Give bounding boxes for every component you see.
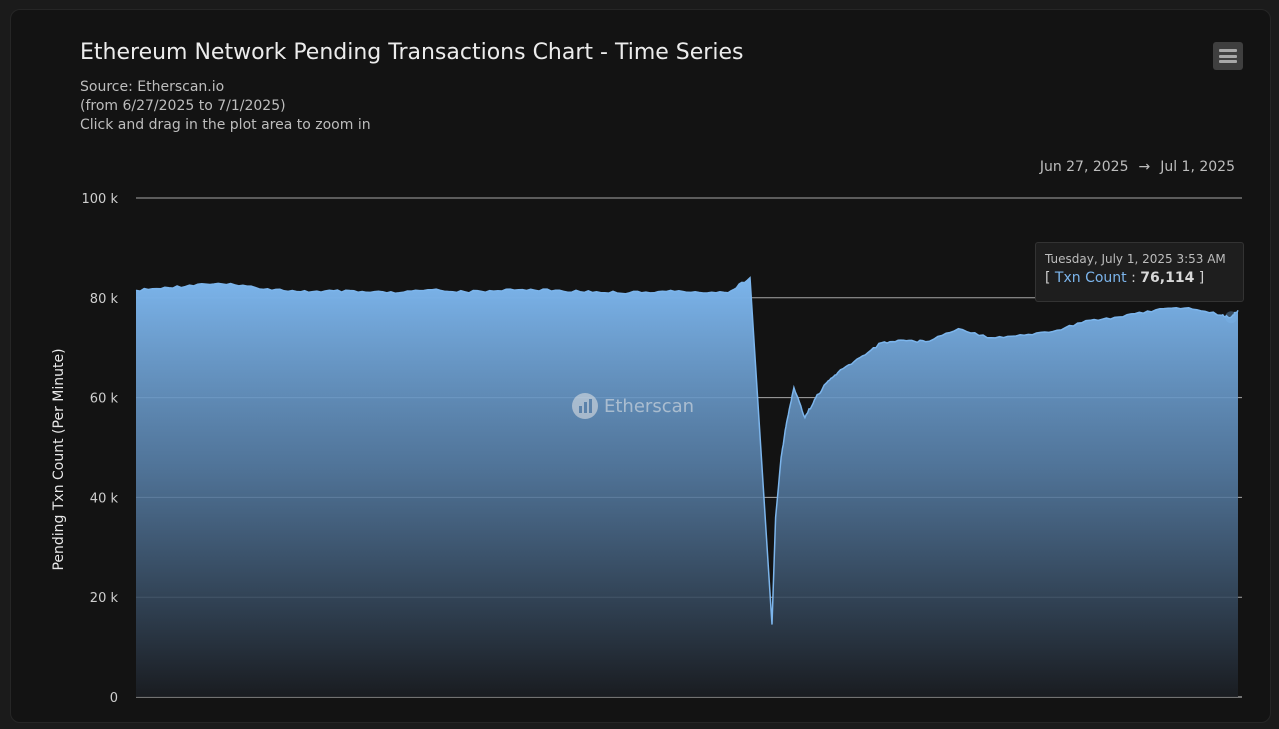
data-point[interactable] — [234, 284, 236, 286]
data-point[interactable] — [957, 328, 959, 330]
data-point[interactable] — [859, 357, 861, 359]
data-point[interactable] — [135, 289, 137, 291]
data-point[interactable] — [727, 292, 729, 294]
data-point[interactable] — [793, 387, 795, 389]
data-point[interactable] — [365, 291, 367, 293]
chart-svg[interactable]: 0 20 k 40 k 60 k 80 k 100 k Pending Txn Count… — [11, 10, 1270, 722]
data-point[interactable] — [267, 288, 269, 290]
data-point[interactable] — [1237, 309, 1239, 311]
data-point[interactable] — [1122, 316, 1124, 318]
y-tick-label: 100 k — [82, 192, 119, 207]
data-point[interactable] — [925, 341, 927, 343]
y-tick-label: 0 — [110, 691, 118, 706]
data-point[interactable] — [563, 290, 565, 292]
data-point[interactable] — [837, 372, 839, 374]
y-tick-label: 80 k — [90, 292, 119, 307]
tooltip-value-row: [ Txn Count : 76,114 ] — [1045, 270, 1234, 286]
data-point[interactable] — [398, 292, 400, 294]
tooltip-value: 76,114 — [1140, 270, 1195, 286]
data-point[interactable] — [786, 422, 788, 424]
data-point[interactable] — [1155, 309, 1157, 311]
data-point[interactable] — [804, 417, 806, 419]
data-point[interactable] — [661, 290, 663, 292]
data-point[interactable] — [530, 288, 532, 290]
y-axis-label: Pending Txn Count (Per Minute) — [51, 348, 67, 570]
data-point[interactable] — [694, 291, 696, 293]
data-point[interactable] — [749, 277, 751, 279]
data-point[interactable] — [1056, 329, 1058, 331]
chart-card: Ethereum Network Pending Transactions Ch… — [10, 9, 1271, 723]
watermark-text: Etherscan — [604, 395, 695, 417]
data-point[interactable] — [1221, 314, 1223, 316]
tooltip-bracket-open: [ — [1045, 270, 1051, 286]
data-point[interactable] — [201, 283, 203, 285]
hover-point-marker — [1225, 311, 1238, 324]
data-point[interactable] — [1089, 319, 1091, 321]
y-tick-label: 60 k — [90, 392, 119, 407]
data-point[interactable] — [780, 457, 782, 459]
tooltip-series-name: Txn Count — [1054, 270, 1127, 286]
data-point[interactable] — [1188, 307, 1190, 309]
data-point[interactable] — [815, 397, 817, 399]
data-point[interactable] — [775, 516, 777, 518]
data-point[interactable] — [464, 291, 466, 293]
tooltip-date: Tuesday, July 1, 2025 3:53 AM — [1045, 252, 1226, 266]
data-point[interactable] — [497, 290, 499, 292]
etherscan-watermark: Etherscan — [572, 393, 694, 419]
y-tick-label: 20 k — [90, 591, 119, 606]
series-area-fill — [136, 277, 1238, 697]
data-point[interactable] — [1023, 334, 1025, 336]
data-point[interactable] — [628, 292, 630, 294]
data-point[interactable] — [168, 287, 170, 289]
data-point[interactable] — [332, 290, 334, 292]
data-point[interactable] — [300, 291, 302, 293]
data-point[interactable] — [826, 382, 828, 384]
y-tick-label: 40 k — [90, 491, 119, 506]
data-point[interactable] — [771, 624, 773, 626]
etherscan-logo-icon — [572, 393, 598, 419]
chart-tooltip: Tuesday, July 1, 2025 3:53 AM [ Txn Coun… — [1035, 242, 1244, 302]
data-point[interactable] — [881, 342, 883, 344]
data-point[interactable] — [903, 339, 905, 341]
tooltip-separator: : — [1131, 270, 1136, 286]
data-point[interactable] — [990, 337, 992, 339]
data-point[interactable] — [431, 289, 433, 291]
data-point[interactable] — [596, 291, 598, 293]
tooltip-bracket-close: ] — [1198, 270, 1205, 286]
